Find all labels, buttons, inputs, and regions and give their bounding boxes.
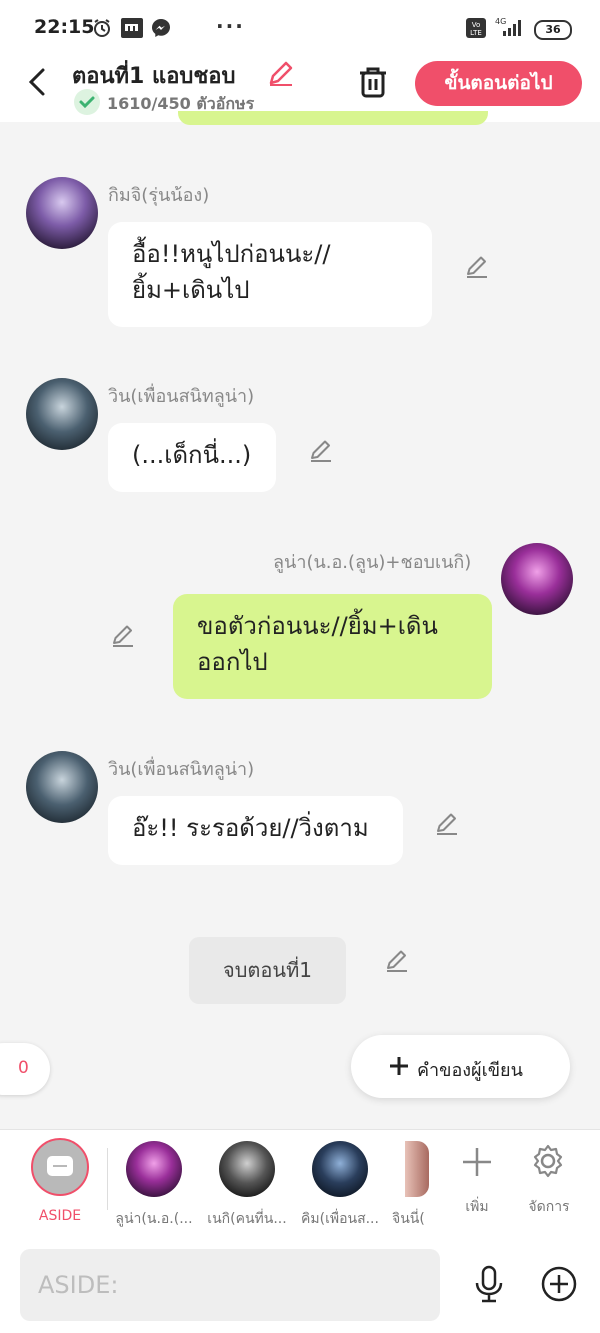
add-circle-icon[interactable] [541, 1266, 577, 1302]
avatar-win[interactable] [26, 378, 98, 450]
check-badge [74, 89, 100, 115]
more-status-icon: ··· [216, 14, 245, 38]
message-text: อ๊ะ!! ระรอด้วย//วิ่งตาม [132, 814, 369, 842]
comment-count-pill[interactable]: 0 [0, 1043, 50, 1095]
trash-icon[interactable] [357, 65, 389, 99]
message-text: (...เด็กนี่...) [132, 441, 252, 469]
next-step-button[interactable]: ขั้นตอนต่อไป [415, 61, 582, 106]
character-avatar-neki[interactable] [219, 1141, 275, 1197]
edit-message-icon[interactable] [464, 253, 490, 279]
svg-text:4G: 4G [495, 17, 506, 26]
episode-title[interactable]: ตอนที่1 แอบชอบ [72, 58, 235, 93]
writer-note-label: คำของผู้เขียน [417, 1060, 523, 1081]
sender-name: วิน(เพื่อนสนิทลูน่า) [108, 386, 255, 407]
message-text: ขอตัวก่อนนะ//ยิ้ม+เดิน [197, 612, 438, 640]
avatar-kimji[interactable] [26, 177, 98, 249]
settings-gear-icon[interactable] [530, 1143, 566, 1179]
status-time: 22:15 [34, 16, 95, 38]
edit-message-icon[interactable] [110, 622, 136, 648]
message-bubble[interactable]: ขอตัวก่อนนะ//ยิ้ม+เดิน ออกไป [173, 594, 492, 699]
character-avatar-kim[interactable] [312, 1141, 368, 1197]
sender-name: ลูน่า(น.อ.(ลูน)+ชอบเนกิ) [273, 552, 472, 573]
comment-count: 0 [18, 1058, 29, 1078]
character-name[interactable]: เนกิ(คนที่น... [204, 1208, 290, 1230]
aside-selector[interactable] [31, 1138, 89, 1196]
avatar-win[interactable] [26, 751, 98, 823]
manage-label[interactable]: จัดการ [506, 1196, 592, 1218]
edit-message-icon[interactable] [384, 947, 410, 973]
signal-icon: 4G [495, 17, 521, 36]
edit-message-icon[interactable] [308, 437, 334, 463]
sender-name: กิมจิ(รุ่นน้อง) [108, 185, 210, 206]
edit-message-icon[interactable] [434, 810, 460, 836]
previous-message-bubble[interactable] [178, 111, 488, 125]
writer-note-button[interactable]: คำของผู้เขียน [351, 1035, 570, 1098]
aside-label: ASIDE [38, 1208, 82, 1224]
sender-name: วิน(เพื่อนสนิทลูน่า) [108, 759, 255, 780]
avatar-luna[interactable] [501, 543, 573, 615]
edit-title-icon[interactable] [266, 58, 296, 88]
message-input[interactable] [20, 1249, 440, 1321]
volte-icon: VoLTE [466, 18, 486, 38]
svg-text:LTE: LTE [470, 29, 482, 37]
character-avatar-luna[interactable] [126, 1141, 182, 1197]
message-text: ยิ้ม+เดินไป [132, 276, 250, 304]
character-name[interactable]: คิม(เพื่อนส... [297, 1208, 383, 1230]
message-bubble[interactable]: อ๊ะ!! ระรอด้วย//วิ่งตาม [108, 796, 403, 865]
svg-text:Vo: Vo [472, 21, 481, 29]
microphone-icon[interactable] [472, 1265, 506, 1303]
plus-icon [390, 1057, 408, 1075]
message-bubble[interactable]: อื้อ!!หนูไปก่อนนะ// ยิ้ม+เดินไป [108, 222, 432, 327]
character-avatar-jinny[interactable] [405, 1141, 429, 1197]
alarm-icon [94, 19, 110, 37]
message-text: ออกไป [197, 648, 268, 676]
character-name[interactable]: จินนี่( [392, 1208, 428, 1230]
end-episode-chip[interactable]: จบตอนที่1 [189, 937, 346, 1004]
check-icon [79, 96, 95, 109]
divider [107, 1148, 108, 1210]
battery-icon: 36 [534, 20, 572, 40]
back-arrow-icon[interactable] [26, 67, 48, 97]
message-text: อื้อ!!หนูไปก่อนนะ// [132, 240, 331, 268]
app-notification-icon [121, 18, 143, 38]
messenger-icon [152, 19, 170, 37]
add-character-icon[interactable] [461, 1146, 493, 1178]
aside-chat-icon [47, 1156, 73, 1176]
status-bar: 22:15 ··· Vo LTE 4G 36 [0, 0, 600, 56]
message-bubble[interactable]: (...เด็กนี่...) [108, 423, 276, 492]
character-name[interactable]: ลูน่า(น.อ.(... [111, 1208, 197, 1230]
